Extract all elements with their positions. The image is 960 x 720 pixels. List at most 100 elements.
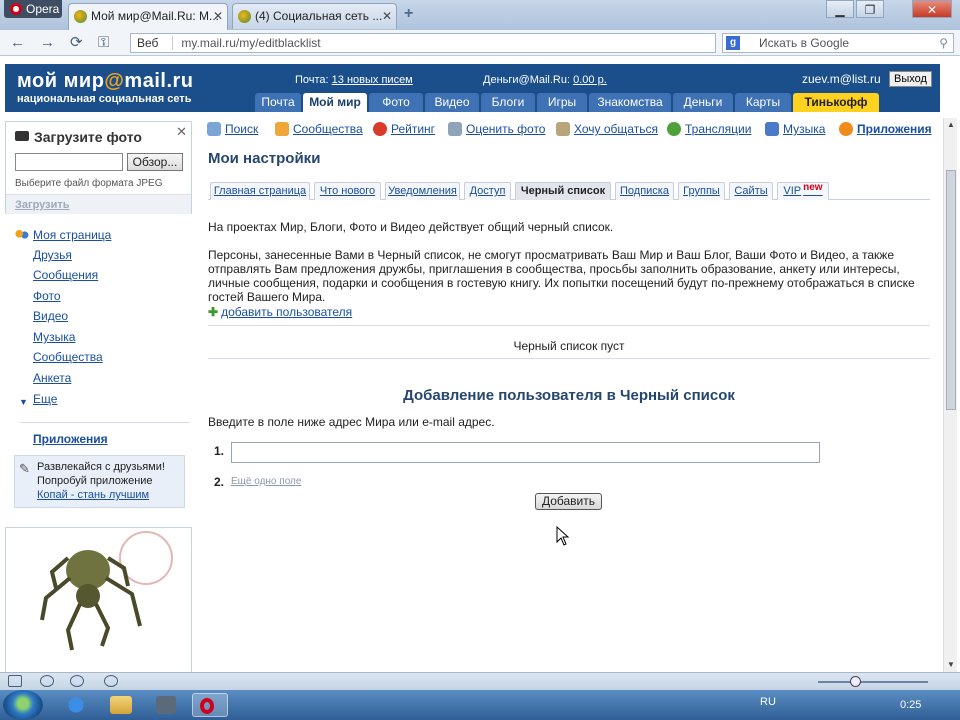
scroll-thumb[interactable]	[946, 170, 956, 410]
sidebar-item-music[interactable]: Музыка	[33, 330, 75, 344]
logout-button[interactable]: Выход	[889, 71, 932, 87]
tab-maps[interactable]: Карты	[735, 93, 791, 112]
plus-icon: ✚	[208, 305, 219, 319]
tab-video[interactable]: Видео	[425, 93, 479, 112]
key-icon[interactable]: ⚿	[98, 34, 109, 52]
empty-list-message: Черный список пуст	[513, 339, 625, 353]
upload-submit-button[interactable]: Загрузить	[6, 194, 191, 214]
tab-blacklist[interactable]: Черный список	[515, 182, 611, 200]
media-player-icon[interactable]	[156, 696, 176, 714]
tab-sites[interactable]: Сайты	[729, 182, 773, 200]
site-logo[interactable]: мой мир@mail.ru	[17, 70, 194, 93]
sidebar-item-communities[interactable]: Сообщества	[33, 350, 103, 364]
subnav-rate-photo[interactable]: Оценить фото	[448, 121, 545, 137]
sidebar-item-apps[interactable]: Приложения	[33, 432, 108, 446]
new-tab-icon[interactable]: +	[404, 5, 413, 23]
panel-toggle-icon[interactable]	[8, 675, 22, 687]
user-address-input[interactable]	[231, 442, 820, 463]
tab-access[interactable]: Доступ	[464, 182, 511, 200]
tab-photo[interactable]: Фото	[369, 93, 423, 112]
rating-icon	[373, 122, 387, 136]
vertical-scrollbar[interactable]: ▲ ▼	[943, 118, 957, 672]
add-user-link[interactable]: добавить пользователя	[221, 305, 352, 319]
tab-vip[interactable]: VIP new	[777, 182, 829, 200]
user-email: zuev.m@list.ru	[802, 72, 881, 86]
internet-explorer-icon[interactable]	[62, 693, 90, 717]
subnav-want-to-chat[interactable]: Хочу общаться	[556, 121, 658, 137]
tab-main-page[interactable]: Главная страница	[210, 182, 310, 200]
advertisement-banner[interactable]	[5, 527, 192, 675]
clock[interactable]: 0:25	[900, 699, 921, 711]
subnav-communities[interactable]: Сообщества	[275, 121, 363, 137]
row-number: 1.	[214, 444, 225, 458]
subnav-search[interactable]: Поиск	[207, 121, 258, 137]
browser-tab-social[interactable]: (4) Социальная сеть ... ✕	[232, 3, 397, 29]
opera-taskbar-icon[interactable]	[192, 693, 228, 717]
form-title: Добавление пользователя в Черный список	[403, 387, 735, 404]
my-page-link[interactable]: Моя страница	[33, 228, 111, 242]
subnav-broadcasts[interactable]: Трансляции	[667, 121, 751, 137]
tab-tinkoff[interactable]: Тинькофф	[793, 93, 879, 112]
tab-blogs[interactable]: Блоги	[481, 93, 535, 112]
cloud-icon[interactable]	[40, 675, 54, 687]
file-path-input[interactable]	[15, 153, 123, 171]
speed-icon[interactable]	[104, 675, 118, 687]
maximize-button[interactable]: ❐	[856, 0, 884, 18]
tab-close-icon[interactable]: ✕	[382, 4, 392, 28]
page-title: Мои настройки	[208, 150, 321, 167]
scroll-up-icon[interactable]: ▲	[947, 120, 955, 129]
promo-app-link[interactable]: Копай - стань лучшим	[37, 489, 149, 501]
tab-mymir[interactable]: Мой мир	[303, 93, 367, 112]
sidebar-item-profile[interactable]: Анкета	[33, 371, 71, 385]
add-button[interactable]: Добавить	[535, 493, 602, 510]
sidebar-item-video[interactable]: Видео	[33, 309, 68, 323]
folder-icon[interactable]	[110, 696, 132, 714]
divider	[20, 422, 190, 423]
subnav-apps[interactable]: Приложения	[839, 121, 932, 137]
subnav-rating[interactable]: Рейтинг	[373, 121, 435, 137]
address-field[interactable]: Веб my.mail.ru/my/editblacklist	[130, 33, 716, 53]
zoom-slider-knob[interactable]	[850, 676, 861, 687]
mailru-favicon-icon	[74, 10, 87, 23]
chat-icon	[556, 122, 570, 136]
browse-button[interactable]: Обзор...	[127, 153, 183, 171]
money-info: Деньги@Mail.Ru: 0.00 р.	[483, 74, 607, 86]
zoom-slider[interactable]	[818, 681, 928, 683]
tab-groups[interactable]: Группы	[678, 182, 725, 200]
sidebar-item-photo[interactable]: Фото	[33, 289, 61, 303]
close-window-button[interactable]: ✕	[912, 0, 952, 18]
tab-close-icon[interactable]: ✕	[213, 4, 223, 28]
forward-icon[interactable]: →	[40, 34, 55, 52]
browser-tab-mymir[interactable]: Мой мир@Mail.Ru: М... ✕	[68, 3, 228, 30]
sidebar-item-messages[interactable]: Сообщения	[33, 268, 98, 282]
tab-games[interactable]: Игры	[537, 93, 587, 112]
tab-dating[interactable]: Знакомства	[589, 93, 671, 112]
chevron-down-icon[interactable]: ▼	[19, 397, 28, 407]
scroll-down-icon[interactable]: ▼	[947, 660, 955, 669]
opera-menu-button[interactable]: Opera	[4, 0, 62, 18]
add-field-link[interactable]: Ещё одно поле	[231, 476, 301, 487]
sidebar-item-more[interactable]: Еще	[33, 392, 57, 406]
url-domain: my.mail.ru	[181, 36, 236, 50]
tab-money[interactable]: Деньги	[673, 93, 733, 112]
people-icon	[15, 229, 29, 241]
tab-whats-new[interactable]: Что нового	[314, 182, 381, 200]
search-input[interactable]: g Искать в Google ⚲	[722, 33, 954, 53]
reload-icon[interactable]: ⟳	[70, 34, 83, 52]
tab-notifications[interactable]: Уведомления	[385, 182, 460, 200]
start-button[interactable]	[3, 690, 43, 720]
minimize-button[interactable]: ▁	[826, 0, 854, 18]
language-indicator[interactable]: RU	[760, 696, 776, 708]
subnav-music[interactable]: Музыка	[765, 121, 825, 137]
sidebar-item-friends[interactable]: Друзья	[33, 248, 72, 262]
money-link[interactable]: 0.00 р.	[573, 74, 607, 86]
tab-mail[interactable]: Почта	[255, 93, 301, 112]
close-icon[interactable]: ✕	[176, 124, 187, 140]
search-icon[interactable]: ⚲	[939, 34, 948, 52]
search-people-icon	[207, 122, 221, 136]
tab-subscription[interactable]: Подписка	[615, 182, 674, 200]
sync-icon[interactable]	[70, 675, 84, 687]
new-mail-link[interactable]: 13 новых писем	[332, 74, 413, 86]
back-icon[interactable]: ←	[10, 34, 25, 52]
app-promo: ✎ Развлекайся с друзьями! Попробуй прило…	[14, 455, 185, 508]
